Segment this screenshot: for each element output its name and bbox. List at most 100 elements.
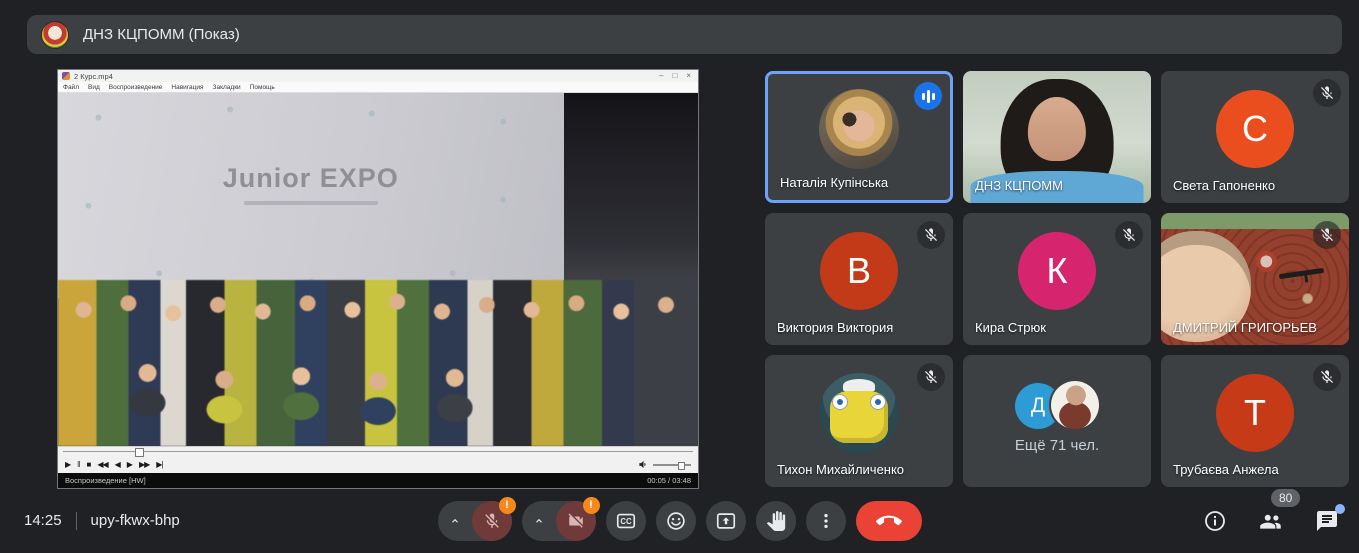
mic-options-chevron-icon[interactable] bbox=[438, 501, 472, 541]
event-banner: Junior EXPO bbox=[223, 163, 399, 205]
menu-navigation[interactable]: Навигация bbox=[171, 84, 203, 91]
group-photo-crowd bbox=[58, 280, 698, 446]
seek-track bbox=[63, 451, 693, 452]
menu-bookmarks[interactable]: Закладки bbox=[213, 84, 241, 91]
meeting-code: upy-fkwx-bhp bbox=[90, 512, 180, 529]
skip-back-button[interactable]: ◀◀ bbox=[97, 460, 108, 469]
mic-muted-icon bbox=[917, 363, 945, 391]
maximize-icon[interactable]: □ bbox=[672, 72, 677, 80]
mic-muted-icon bbox=[1313, 363, 1341, 391]
reactions-button[interactable] bbox=[655, 500, 696, 541]
end-call-button[interactable] bbox=[855, 500, 922, 541]
participant-name: Кира Стрюк bbox=[975, 320, 1046, 335]
status-text: Воспроизведение [HW] bbox=[65, 476, 146, 485]
overflow-avatar-photo bbox=[1051, 381, 1099, 430]
player-status-bar: Воспроизведение [HW] 00:05 / 03:48 bbox=[58, 473, 698, 488]
frame-step-button[interactable]: ▶| bbox=[156, 460, 163, 469]
video-frame: Junior EXPO bbox=[58, 93, 698, 446]
participant-tile-overflow[interactable]: Д Ещё 71 чел. bbox=[963, 355, 1151, 487]
participant-avatar: С bbox=[1216, 90, 1294, 169]
participant-avatar bbox=[819, 89, 899, 170]
participant-name: ДНЗ КЦПОММ bbox=[975, 178, 1063, 193]
participant-grid: Наталія Купінська ДНЗ КЦПОММ С Света Гап… bbox=[765, 71, 1349, 487]
camera-control[interactable]: ! bbox=[521, 496, 600, 541]
present-screen-button[interactable] bbox=[705, 500, 746, 541]
participant-tile-kira[interactable]: К Кира Стрюк bbox=[963, 213, 1151, 345]
dark-wall bbox=[563, 93, 698, 305]
participant-avatar: Т bbox=[1216, 374, 1294, 453]
more-options-button[interactable] bbox=[805, 500, 846, 541]
call-controls: ! ! CC bbox=[437, 496, 922, 541]
overflow-count-label: Ещё 71 чел. bbox=[1014, 436, 1100, 454]
pause-button[interactable]: ‖ bbox=[77, 460, 80, 469]
projection-screen: Junior EXPO bbox=[58, 93, 564, 298]
participant-tile-viktoria[interactable]: В Виктория Виктория bbox=[765, 213, 953, 345]
participant-name: Наталія Купінська bbox=[780, 175, 889, 190]
mic-muted-icon bbox=[1115, 221, 1143, 249]
player-menu-bar: Файл Вид Воспроизведение Навигация Закла… bbox=[58, 82, 698, 93]
participant-avatar: В bbox=[820, 232, 898, 311]
banner-subtitle-line bbox=[243, 200, 378, 205]
divider bbox=[75, 511, 77, 530]
google-meet-window: ДНЗ КЦПОММ (Показ) 2 Курс.mp4 – □ × Файл… bbox=[0, 0, 1359, 553]
participant-tile-tihon[interactable]: Тихон Михайличенко bbox=[765, 355, 953, 487]
svg-text:CC: CC bbox=[620, 517, 632, 526]
participant-name: Трубаєва Анжела bbox=[1173, 462, 1279, 477]
step-forward-button[interactable]: ▶ bbox=[127, 460, 133, 469]
overflow-avatars: Д bbox=[1015, 381, 1099, 430]
menu-file[interactable]: Файл bbox=[63, 84, 79, 91]
play-button[interactable]: ▶ bbox=[65, 460, 71, 469]
skip-forward-button[interactable]: ▶▶ bbox=[139, 460, 150, 469]
stop-button[interactable]: ■ bbox=[86, 460, 91, 469]
player-title-bar: 2 Курс.mp4 – □ × bbox=[58, 70, 698, 82]
presenter-avatar bbox=[41, 20, 69, 49]
participant-name: ДМИТРИЙ ГРИГОРЬЕВ bbox=[1173, 320, 1317, 335]
player-controls: ▶ ‖ ■ ◀◀ ◀ ▶ ▶▶ ▶| bbox=[58, 456, 698, 473]
participants-button[interactable]: 80 bbox=[1257, 488, 1301, 535]
speaking-indicator-icon bbox=[914, 82, 942, 110]
participant-name: Света Гапоненко bbox=[1173, 178, 1276, 193]
raise-hand-button[interactable] bbox=[755, 500, 796, 541]
participant-tile-trubaeva[interactable]: Т Трубаєва Анжела bbox=[1161, 355, 1349, 487]
panel-buttons: 80 bbox=[1201, 488, 1345, 535]
speaker-icon bbox=[639, 460, 646, 469]
mic-muted-icon bbox=[1313, 79, 1341, 107]
menu-help[interactable]: Помощь bbox=[250, 84, 275, 91]
participant-count-badge: 80 bbox=[1271, 488, 1301, 507]
participant-name: Тихон Михайличенко bbox=[777, 462, 905, 477]
participant-tile-dmitriy[interactable]: ДМИТРИЙ ГРИГОРЬЕВ bbox=[1161, 213, 1349, 345]
status-time: 00:05 / 03:48 bbox=[647, 476, 691, 485]
banner-title: Junior EXPO bbox=[222, 162, 399, 193]
participant-tile-natalia[interactable]: Наталія Купінська bbox=[765, 71, 953, 203]
mic-control[interactable]: ! bbox=[437, 496, 516, 541]
player-window-title: 2 Курс.mp4 bbox=[74, 71, 113, 81]
step-back-button[interactable]: ◀ bbox=[115, 460, 121, 469]
shared-screen[interactable]: 2 Курс.mp4 – □ × Файл Вид Воспроизведени… bbox=[58, 70, 698, 488]
mic-muted-icon bbox=[917, 221, 945, 249]
volume-control[interactable] bbox=[638, 459, 691, 470]
chat-button[interactable] bbox=[1313, 503, 1345, 535]
camera-alert-badge: ! bbox=[582, 496, 600, 514]
presentation-bar[interactable]: ДНЗ КЦПОММ (Показ) bbox=[27, 15, 1342, 54]
menu-view[interactable]: Вид bbox=[88, 84, 100, 91]
chat-notification-dot bbox=[1335, 503, 1345, 514]
captions-button[interactable]: CC bbox=[605, 500, 646, 541]
participant-avatar bbox=[819, 373, 899, 454]
media-player-icon bbox=[62, 72, 70, 80]
camera-options-chevron-icon[interactable] bbox=[522, 501, 556, 541]
meeting-info: 14:25 upy-fkwx-bhp bbox=[24, 511, 180, 530]
minimize-icon[interactable]: – bbox=[659, 72, 663, 80]
seek-bar[interactable] bbox=[58, 446, 698, 457]
volume-handle[interactable] bbox=[678, 461, 685, 470]
meeting-details-button[interactable] bbox=[1201, 507, 1229, 535]
participant-tile-sveta[interactable]: С Света Гапоненко bbox=[1161, 71, 1349, 203]
participant-avatar: К bbox=[1018, 232, 1096, 311]
close-icon[interactable]: × bbox=[686, 72, 691, 80]
mic-muted-icon bbox=[1313, 221, 1341, 249]
menu-playback[interactable]: Воспроизведение bbox=[109, 84, 163, 91]
seek-handle[interactable] bbox=[134, 448, 144, 457]
participant-tile-dnz[interactable]: ДНЗ КЦПОММ bbox=[963, 71, 1151, 203]
volume-slider[interactable] bbox=[653, 461, 691, 470]
presentation-title: ДНЗ КЦПОММ (Показ) bbox=[83, 26, 240, 43]
mic-alert-badge: ! bbox=[498, 496, 516, 514]
